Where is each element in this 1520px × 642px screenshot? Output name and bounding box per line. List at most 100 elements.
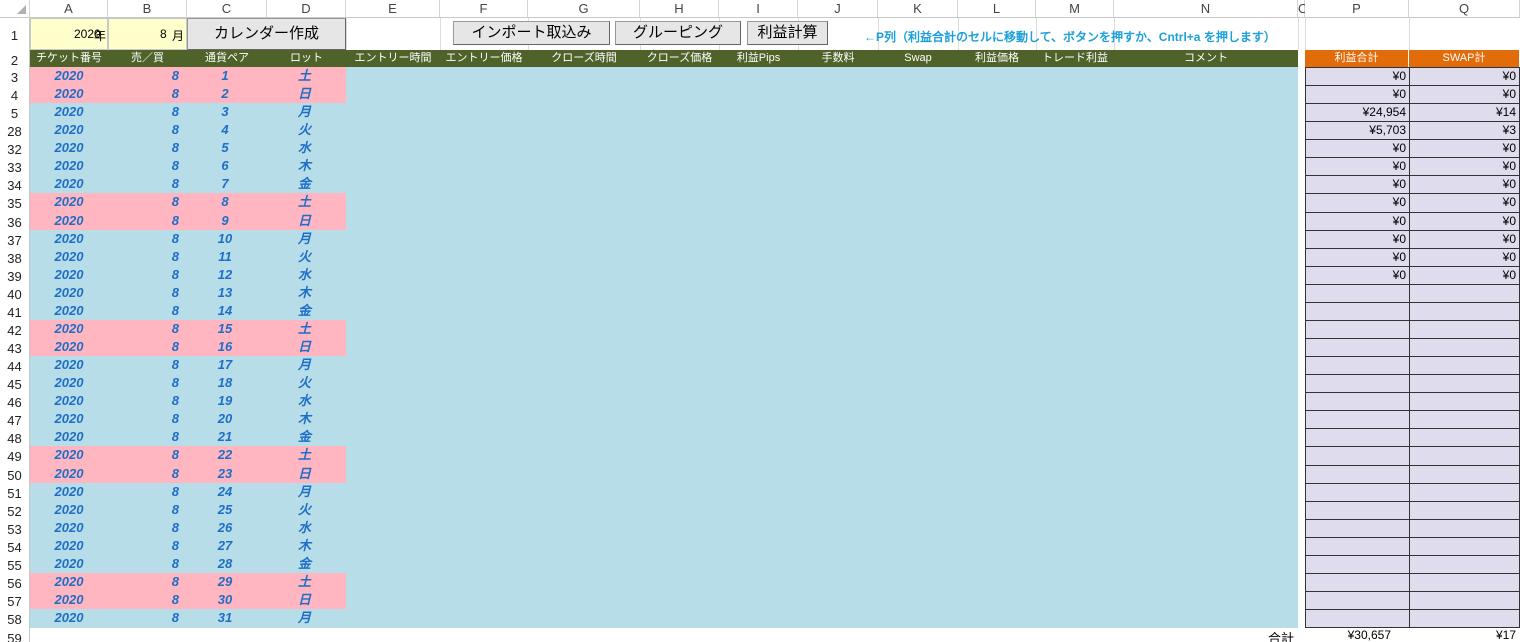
day-row-right[interactable] <box>346 374 1298 393</box>
row-header-3[interactable]: 3 <box>0 67 30 86</box>
summary-profit-cell[interactable] <box>1305 572 1410 593</box>
summary-profit-cell[interactable]: ¥0 <box>1305 247 1410 267</box>
day-row-right[interactable] <box>346 338 1298 357</box>
day-row-right[interactable] <box>346 301 1298 321</box>
summary-swap-cell[interactable] <box>1409 464 1520 484</box>
column-header-n[interactable]: N <box>1114 0 1298 18</box>
row-header-36[interactable]: 36 <box>0 211 30 230</box>
row-header-33[interactable]: 33 <box>0 157 30 176</box>
row-header-59[interactable]: 59 <box>0 627 30 642</box>
summary-swap-cell[interactable]: ¥14 <box>1409 103 1520 123</box>
day-row-right[interactable] <box>346 121 1298 140</box>
row-header-42[interactable]: 42 <box>0 319 30 339</box>
summary-profit-cell[interactable] <box>1305 500 1410 520</box>
day-row-right[interactable] <box>346 283 1298 303</box>
summary-profit-cell[interactable] <box>1305 482 1410 502</box>
column-header-i[interactable]: I <box>719 0 798 18</box>
summary-swap-cell[interactable]: ¥0 <box>1409 175 1520 195</box>
summary-swap-cell[interactable]: ¥0 <box>1409 157 1520 177</box>
column-header-b[interactable]: B <box>108 0 187 18</box>
summary-swap-cell[interactable] <box>1409 500 1520 520</box>
summary-swap-cell[interactable] <box>1409 392 1520 412</box>
summary-swap-cell[interactable] <box>1409 591 1520 611</box>
column-header-d[interactable]: D <box>267 0 346 18</box>
day-row-right[interactable] <box>346 139 1298 158</box>
day-row-right[interactable] <box>346 392 1298 411</box>
column-header-c[interactable]: C <box>187 0 267 18</box>
summary-profit-cell[interactable] <box>1305 591 1410 611</box>
row-header-57[interactable]: 57 <box>0 591 30 610</box>
summary-profit-cell[interactable] <box>1305 356 1410 376</box>
summary-swap-cell[interactable]: ¥0 <box>1409 265 1520 285</box>
column-header-p[interactable]: P <box>1305 0 1409 18</box>
row-header-37[interactable]: 37 <box>0 229 30 248</box>
column-header-q[interactable]: Q <box>1409 0 1520 18</box>
summary-profit-cell[interactable]: ¥0 <box>1305 265 1410 285</box>
summary-swap-cell[interactable] <box>1409 446 1520 466</box>
day-row-right[interactable] <box>346 67 1298 86</box>
day-row-right[interactable] <box>346 356 1298 375</box>
spreadsheet-grid[interactable]: A B C D E F G H I J K L M N O P Q 1 2 2020 年 8 月カレンダー作成 インポート取込… <box>0 0 1520 642</box>
summary-profit-cell[interactable]: ¥0 <box>1305 157 1410 177</box>
day-row-right[interactable] <box>346 591 1298 610</box>
row-header-46[interactable]: 46 <box>0 392 30 411</box>
column-header-h[interactable]: H <box>640 0 719 18</box>
summary-swap-cell[interactable] <box>1409 482 1520 502</box>
row-header-48[interactable]: 48 <box>0 428 30 447</box>
summary-swap-cell[interactable]: ¥0 <box>1409 139 1520 159</box>
summary-profit-cell[interactable] <box>1305 464 1410 484</box>
summary-profit-cell[interactable]: ¥0 <box>1305 229 1410 249</box>
summary-profit-cell[interactable] <box>1305 319 1410 340</box>
row-header-28[interactable]: 28 <box>0 121 30 140</box>
row-header-45[interactable]: 45 <box>0 374 30 393</box>
summary-swap-cell[interactable] <box>1409 338 1520 358</box>
row-header-49[interactable]: 49 <box>0 446 30 465</box>
day-row-right[interactable] <box>346 609 1298 628</box>
column-header-l[interactable]: L <box>958 0 1036 18</box>
column-header-f[interactable]: F <box>440 0 528 18</box>
row-header-55[interactable]: 55 <box>0 554 30 573</box>
day-row-right[interactable] <box>346 211 1298 231</box>
day-row-right[interactable] <box>346 500 1298 520</box>
import-button[interactable]: インポート取込み <box>453 21 610 45</box>
summary-swap-cell[interactable] <box>1409 572 1520 593</box>
day-row-right[interactable] <box>346 536 1298 556</box>
row-header-2[interactable]: 2 <box>0 50 30 68</box>
row-header-5[interactable]: 5 <box>0 103 30 122</box>
summary-profit-cell[interactable] <box>1305 301 1410 321</box>
summary-profit-cell[interactable] <box>1305 374 1410 394</box>
summary-profit-cell[interactable]: ¥0 <box>1305 139 1410 159</box>
row-header-44[interactable]: 44 <box>0 356 30 375</box>
summary-swap-cell[interactable] <box>1409 410 1520 430</box>
row-header-32[interactable]: 32 <box>0 139 30 158</box>
day-row-right[interactable] <box>346 554 1298 574</box>
summary-swap-cell[interactable] <box>1409 554 1520 574</box>
summary-swap-cell[interactable] <box>1409 518 1520 538</box>
row-header-47[interactable]: 47 <box>0 410 30 429</box>
day-row-right[interactable] <box>346 175 1298 194</box>
column-header-g[interactable]: G <box>528 0 640 18</box>
summary-swap-cell[interactable]: ¥0 <box>1409 247 1520 267</box>
summary-swap-cell[interactable]: ¥0 <box>1409 85 1520 105</box>
row-header-56[interactable]: 56 <box>0 572 30 592</box>
column-header-a[interactable]: A <box>30 0 108 18</box>
day-row-right[interactable] <box>346 103 1298 122</box>
summary-profit-cell[interactable]: ¥0 <box>1305 211 1410 231</box>
row-header-41[interactable]: 41 <box>0 301 30 320</box>
day-row-right[interactable] <box>346 464 1298 484</box>
summary-swap-cell[interactable]: ¥0 <box>1409 67 1520 87</box>
summary-swap-cell[interactable] <box>1409 374 1520 394</box>
summary-profit-cell[interactable] <box>1305 428 1410 448</box>
summary-swap-cell[interactable]: ¥0 <box>1409 193 1520 213</box>
summary-profit-cell[interactable] <box>1305 410 1410 430</box>
summary-swap-cell[interactable] <box>1409 536 1520 556</box>
row-header-40[interactable]: 40 <box>0 283 30 302</box>
column-header-j[interactable]: J <box>798 0 878 18</box>
row-header-50[interactable]: 50 <box>0 464 30 483</box>
summary-swap-cell[interactable] <box>1409 283 1520 303</box>
summary-profit-cell[interactable] <box>1305 338 1410 358</box>
summary-profit-cell[interactable]: ¥0 <box>1305 85 1410 105</box>
column-header-k[interactable]: K <box>878 0 958 18</box>
summary-profit-cell[interactable] <box>1305 283 1410 303</box>
row-header-54[interactable]: 54 <box>0 536 30 555</box>
